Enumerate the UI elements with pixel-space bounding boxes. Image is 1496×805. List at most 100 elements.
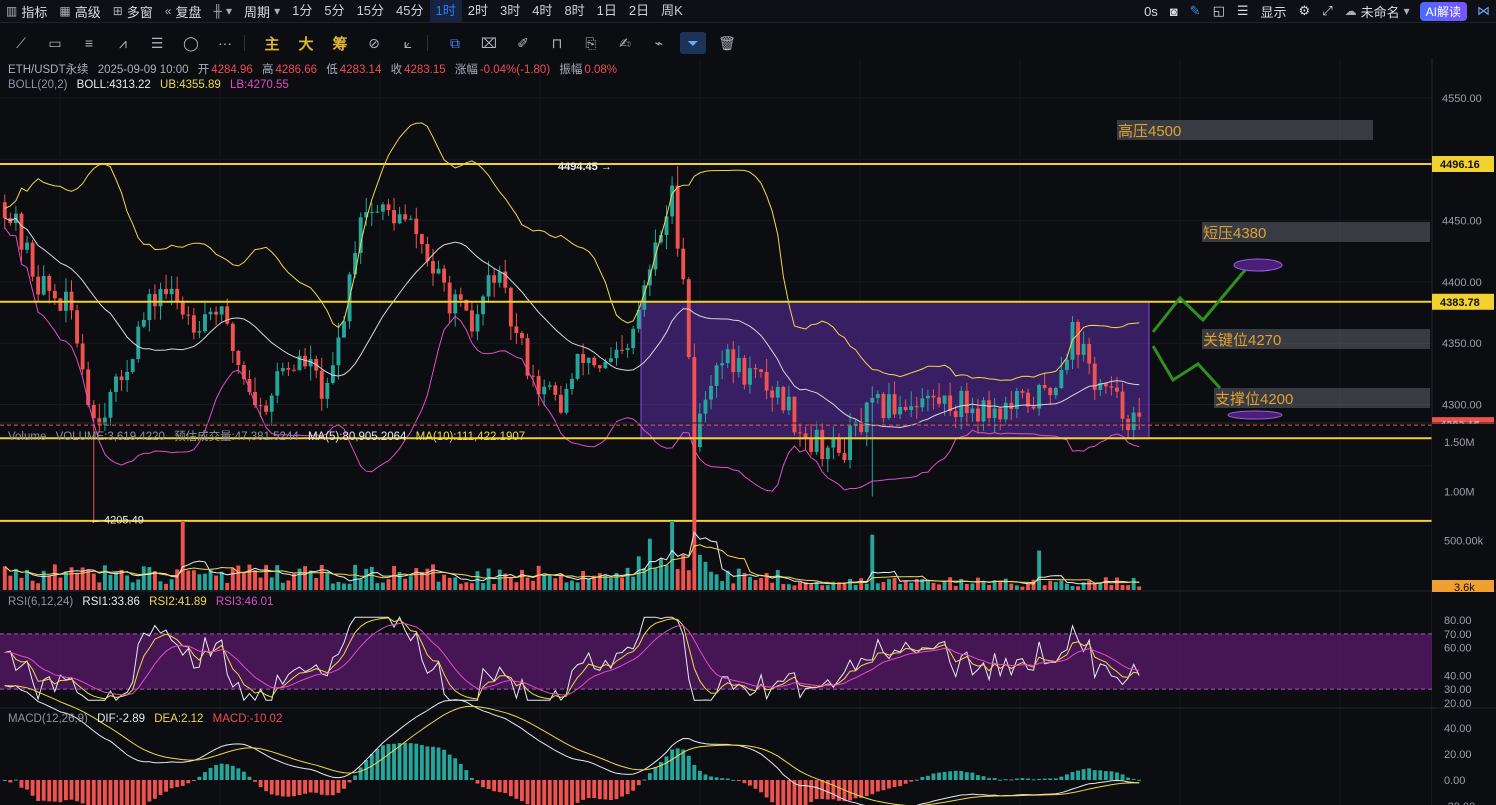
timeframe-tab[interactable]: 2日 xyxy=(623,0,655,22)
rectangle-tool-icon[interactable]: ▭ xyxy=(42,32,68,54)
macd-bar xyxy=(292,780,296,797)
brush-icon[interactable]: ✐ xyxy=(510,32,536,54)
timeframe-tab[interactable]: 45分 xyxy=(390,0,429,22)
macd-bar xyxy=(58,780,63,803)
volume-bar xyxy=(414,568,419,590)
macd-bar xyxy=(1020,778,1025,780)
candle-body xyxy=(864,402,869,433)
volume-bar xyxy=(825,585,830,590)
fullscreen-icon[interactable]: ⤢ xyxy=(1316,0,1338,22)
volume-bar xyxy=(431,564,435,590)
volume-bar xyxy=(436,581,441,590)
chips-button[interactable]: 筹 xyxy=(327,32,353,54)
candle-body xyxy=(481,296,485,315)
timeframe-tab[interactable]: 8时 xyxy=(558,0,590,22)
chart-area[interactable]: 4494.45 →← 4205.494550.004500.004450.004… xyxy=(0,58,1496,805)
volume-bar xyxy=(347,583,352,590)
ruler-icon[interactable]: ⌧ xyxy=(476,32,502,54)
camera-icon[interactable]: ◙ xyxy=(1164,0,1184,22)
indicators-button[interactable]: ▥ 指标 xyxy=(0,0,53,22)
volume-bar xyxy=(1042,585,1047,590)
more-tools-icon[interactable]: ··· xyxy=(212,32,238,54)
wave-tool-icon[interactable]: ⩘ xyxy=(110,32,136,54)
rsi-header: RSI(6,12,24) RSI1:33.86 RSI2:41.89 RSI3:… xyxy=(8,596,279,608)
candle-body xyxy=(130,359,135,372)
volume-bar xyxy=(164,583,168,590)
volume-tick: 1.50M xyxy=(1444,437,1475,449)
chart-type-button[interactable]: ╫ ▾ xyxy=(208,0,239,22)
trash-icon[interactable]: 🗑 xyxy=(714,32,740,54)
line-tool-icon[interactable]: ⟋ xyxy=(8,32,34,54)
main-force-button[interactable]: 主 xyxy=(259,32,285,54)
annotation-short-resist[interactable]: 短压4380 xyxy=(1203,222,1266,243)
ai-analysis-button[interactable]: AI解读 xyxy=(1419,1,1467,21)
volume-bar xyxy=(180,520,185,590)
macd-bar xyxy=(364,759,369,780)
candle-body xyxy=(742,357,747,385)
timeframe-tab[interactable]: 1分 xyxy=(286,0,318,22)
macd-bar xyxy=(264,780,269,792)
edit-icon[interactable]: ✍ xyxy=(612,32,638,54)
candle-body xyxy=(686,279,691,358)
candle-body xyxy=(342,321,346,338)
eraser-icon[interactable]: ⌁ xyxy=(646,32,672,54)
timeframe-tab[interactable]: 1时 xyxy=(429,0,462,22)
timeframe-tab[interactable]: 4时 xyxy=(526,0,558,22)
layout-icon[interactable]: ◱ xyxy=(1207,0,1231,22)
copy-icon[interactable]: ⧉ xyxy=(442,32,468,54)
volume-bar xyxy=(653,568,658,590)
timeframe-tab[interactable]: 5分 xyxy=(318,0,350,22)
volume-bar xyxy=(225,583,230,590)
gear-icon[interactable]: ⚙ xyxy=(1293,0,1317,22)
multi-window-button[interactable]: ⊞ 多窗 xyxy=(107,0,159,22)
rsi-name[interactable]: RSI(6,12,24) xyxy=(8,596,73,608)
clipboard-icon[interactable]: ⎘ xyxy=(578,32,604,54)
parallel-lines-icon[interactable]: ≡ xyxy=(76,32,102,54)
timeframe-tab[interactable]: 周K xyxy=(655,0,689,22)
dea-value: DEA:2.12 xyxy=(154,713,204,725)
macd-bar xyxy=(1092,770,1097,780)
annotation-key-level[interactable]: 关键位4270 xyxy=(1203,329,1281,350)
replay-button[interactable]: «复盘 xyxy=(159,0,208,22)
ellipse-tool-icon[interactable]: ◯ xyxy=(178,32,204,54)
volume-bar xyxy=(169,579,174,590)
annotation-support[interactable]: 支撑位4200 xyxy=(1215,388,1293,409)
drawing-toolbar: ⟋ ▭ ≡ ⩘ ☰ ◯ ··· 主 大 筹 ⊘ ⟀ ⧉ ⌧ ✐ ⊓ ⎘ ✍ ⌁ … xyxy=(0,30,1496,56)
settings-list-icon[interactable]: ☰ xyxy=(1231,0,1255,22)
share-icon[interactable]: ⋈ xyxy=(1471,0,1496,22)
big-order-button[interactable]: 大 xyxy=(293,32,319,54)
period-button[interactable]: 周期 ▾ xyxy=(238,0,286,22)
volume-bar xyxy=(136,579,141,590)
fibonacci-tool-icon[interactable]: ☰ xyxy=(144,32,170,54)
volume-bar xyxy=(725,570,730,590)
volume-name[interactable]: Volume xyxy=(8,431,46,443)
display-button[interactable]: 显示 xyxy=(1255,0,1293,22)
lock-icon[interactable]: ⊓ xyxy=(544,32,570,54)
layout-name-button[interactable]: ☁ 未命名 ▾ xyxy=(1339,0,1416,22)
volume-bar xyxy=(1087,580,1092,590)
boll-name[interactable]: BOLL(20,2) xyxy=(8,79,67,91)
annotation-high-resist[interactable]: 高压4500 xyxy=(1118,120,1181,141)
macd-bar xyxy=(937,772,941,780)
pen-icon[interactable]: ✎ xyxy=(1184,0,1207,22)
calendar-icon: ▦ xyxy=(59,4,71,18)
macd-bar xyxy=(786,780,791,805)
timeframe-tab[interactable]: 15分 xyxy=(351,0,390,22)
advanced-button[interactable]: ▦ 高级 xyxy=(53,0,106,22)
candle-body xyxy=(1076,322,1080,355)
timeframe-tab[interactable]: 3时 xyxy=(494,0,526,22)
measure-icon[interactable]: ⟀ xyxy=(395,32,421,54)
timeframe-tab[interactable]: 1日 xyxy=(591,0,623,22)
candle-body xyxy=(964,390,969,414)
filter-icon[interactable]: ⏷ xyxy=(680,32,706,54)
macd-bar xyxy=(325,780,330,796)
timeframe-tab[interactable]: 2时 xyxy=(462,0,494,22)
volume-bar xyxy=(492,583,497,590)
macd-bar xyxy=(214,765,219,780)
volume-bar xyxy=(647,538,652,590)
macd-name[interactable]: MACD(12,26,9) xyxy=(8,713,88,725)
candle-body xyxy=(36,276,41,295)
macd-bar xyxy=(575,780,580,803)
topbar-right: 0s ◙ ✎ ◱ ☰ 显示 ⚙ ⤢ ☁ 未命名 ▾ AI解读 ⋈ xyxy=(1138,0,1496,22)
magnet-icon[interactable]: ⊘ xyxy=(361,32,387,54)
